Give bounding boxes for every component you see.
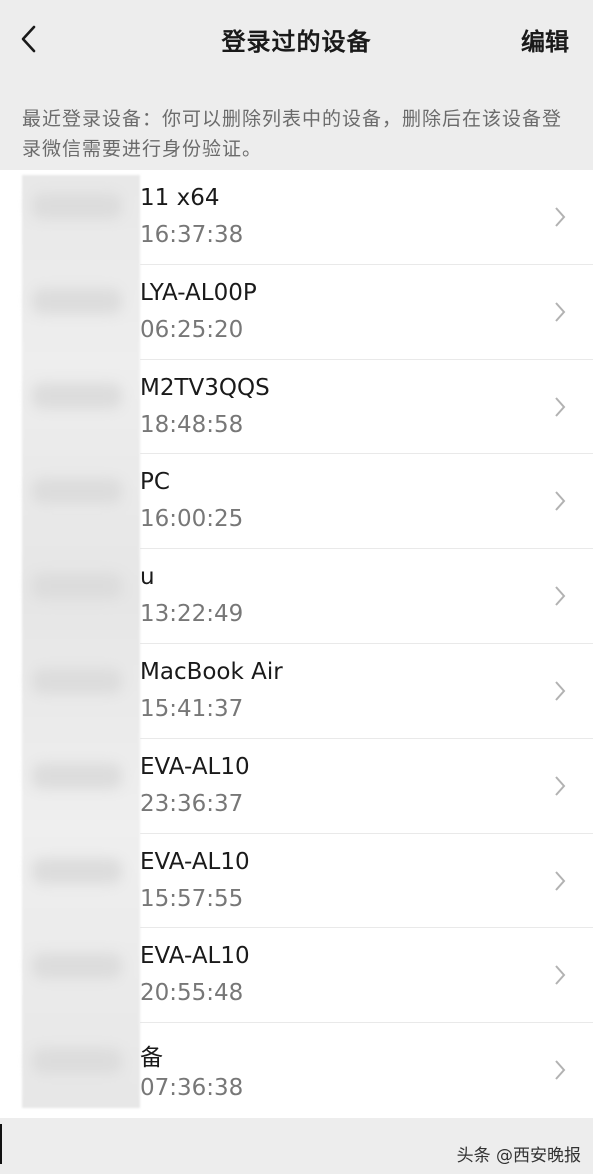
login-time: 20:55:48 — [140, 980, 244, 1007]
blur-patch — [32, 763, 122, 789]
device-name: EVA-AL10 — [140, 943, 250, 970]
chevron-right-icon — [555, 965, 566, 986]
blur-patch — [32, 1048, 122, 1074]
login-time: 15:57:55 — [140, 885, 244, 912]
blur-patch — [32, 573, 122, 599]
login-time: 23:36:37 — [140, 790, 244, 817]
blur-patch — [32, 478, 122, 504]
chevron-right-icon — [555, 302, 566, 322]
watermark: 头条 @西安晚报 — [456, 1146, 581, 1166]
chevron-right-icon — [555, 870, 566, 891]
login-time: 16:37:38 — [140, 222, 244, 248]
chevron-right-icon — [555, 491, 566, 512]
blur-patch — [32, 858, 122, 884]
login-time: 06:25:20 — [140, 316, 244, 343]
device-name: LYA-AL00P — [140, 279, 257, 306]
blurred-redaction — [22, 175, 140, 1108]
back-button[interactable] — [14, 20, 48, 58]
edge-marker — [0, 1124, 2, 1164]
device-name: EVA-AL10 — [140, 848, 250, 875]
login-time: 15:41:37 — [140, 696, 244, 722]
chevron-right-icon — [555, 396, 566, 417]
device-name: 备 — [140, 1045, 163, 1072]
chevron-right-icon — [555, 586, 566, 606]
device-name: EVA-AL10 — [140, 753, 250, 780]
blur-patch — [32, 668, 122, 694]
blur-patch — [32, 383, 122, 409]
navigation-bar: 登录过的设备 编辑 — [0, 0, 593, 78]
login-time: 16:00:25 — [140, 506, 244, 533]
chevron-right-icon — [555, 1060, 566, 1080]
chevron-right-icon — [555, 681, 566, 701]
chevron-right-icon — [555, 776, 566, 796]
blur-patch — [32, 288, 122, 314]
device-name: 11 x64 — [140, 185, 220, 211]
device-name: u — [140, 564, 155, 591]
blur-patch — [32, 953, 122, 979]
login-time: 07:36:38 — [140, 1075, 244, 1102]
login-time: 13:22:49 — [140, 601, 244, 628]
login-time: 18:48:58 — [140, 411, 244, 438]
chevron-left-icon — [21, 25, 36, 53]
device-name: PC — [140, 469, 170, 496]
blur-patch — [32, 193, 122, 219]
device-name: MacBook Air — [140, 659, 283, 685]
page-title: 登录过的设备 — [221, 28, 372, 56]
device-name: M2TV3QQS — [140, 374, 270, 401]
description-text: 最近登录设备：你可以删除列表中的设备，删除后在该设备登录微信需要进行身份验证。 — [22, 108, 563, 160]
chevron-right-icon — [555, 207, 566, 227]
edit-button[interactable]: 编辑 — [521, 22, 569, 57]
